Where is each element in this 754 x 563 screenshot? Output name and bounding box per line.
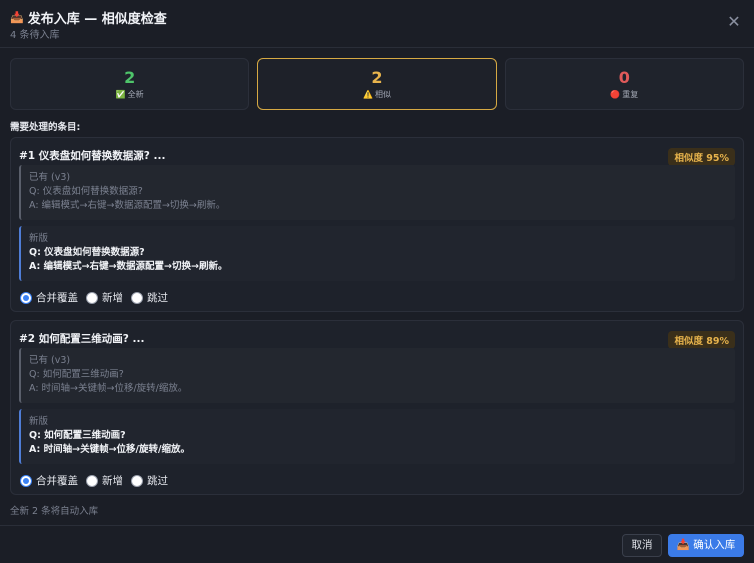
conflict-item: #2 如何配置三维动画? ... 相似度 89% 已有 (v3) Q: 如何配置…: [10, 320, 744, 495]
existing-answer: A: 时间轴→关键帧→位移/旋转/缩放。: [29, 383, 188, 394]
radio-selected-icon[interactable]: [20, 474, 32, 487]
existing-question: Q: 仪表盘如何替换数据源?: [29, 186, 143, 197]
new-version-tag: 新版: [29, 233, 49, 244]
stat-similar-count: 2: [371, 68, 383, 87]
similarity-badge: 相似度 89%: [668, 331, 735, 349]
dialog-header: 📥 发布入库 — 相似度检查 4 条待入库 ✕: [0, 0, 754, 48]
radio-icon[interactable]: [86, 474, 98, 487]
existing-version-block: 已有 (v3) Q: 仪表盘如何替换数据源? A: 编辑模式→右键→数据源配置→…: [19, 165, 735, 220]
dialog-title-text: 发布入库 — 相似度检查: [27, 12, 167, 27]
stat-similar[interactable]: 2 ⚠️ 相似: [257, 58, 497, 110]
option-add-new[interactable]: 新增: [86, 473, 123, 488]
section-label: 需要处理的条目:: [10, 122, 81, 133]
option-add-new[interactable]: 新增: [86, 290, 123, 305]
resolution-options: 合并覆盖 新增 跳过: [20, 473, 172, 488]
stat-duplicate-label: 重复: [622, 90, 639, 99]
item-heading: #1 仪表盘如何替换数据源? ...: [19, 150, 166, 162]
stat-new[interactable]: 2 ✅ 全新: [10, 58, 250, 110]
stat-new-label: 全新: [127, 90, 144, 99]
option-label: 合并覆盖: [36, 475, 78, 487]
stat-similar-label: 相似: [374, 90, 391, 99]
warning-icon: ⚠️: [363, 90, 373, 99]
new-version-tag: 新版: [29, 416, 49, 427]
existing-version-block: 已有 (v3) Q: 如何配置三维动画? A: 时间轴→关键帧→位移/旋转/缩放…: [19, 348, 735, 403]
option-label: 新增: [102, 475, 123, 487]
option-skip[interactable]: 跳过: [131, 473, 168, 488]
existing-version-tag: 已有 (v3): [29, 355, 71, 366]
new-answer: A: 编辑模式→右键→数据源配置→切换→刷新。: [29, 261, 228, 272]
inbox-tray-icon: 📥: [676, 539, 690, 551]
radio-selected-icon[interactable]: [20, 291, 32, 304]
new-answer: A: 时间轴→关键帧→位移/旋转/缩放。: [29, 444, 190, 455]
option-merge-overwrite[interactable]: 合并覆盖: [20, 473, 78, 488]
auto-import-note: 全新 2 条将自动入库: [10, 506, 99, 517]
resolution-options: 合并覆盖 新增 跳过: [20, 290, 172, 305]
new-version-block: 新版 Q: 仪表盘如何替换数据源? A: 编辑模式→右键→数据源配置→切换→刷新…: [19, 226, 735, 281]
existing-question: Q: 如何配置三维动画?: [29, 369, 124, 380]
item-heading: #2 如何配置三维动画? ...: [19, 333, 145, 345]
option-merge-overwrite[interactable]: 合并覆盖: [20, 290, 78, 305]
publish-dialog: 📥 发布入库 — 相似度检查 4 条待入库 ✕ 2 ✅ 全新 2 ⚠️ 相似 0…: [0, 0, 754, 563]
confirm-import-button[interactable]: 📥 确认入库: [668, 534, 744, 557]
stat-new-count: 2: [124, 68, 136, 87]
existing-version-tag: 已有 (v3): [29, 172, 71, 183]
new-version-block: 新版 Q: 如何配置三维动画? A: 时间轴→关键帧→位移/旋转/缩放。: [19, 409, 735, 464]
dialog-title: 📥 发布入库 — 相似度检查: [10, 8, 167, 27]
option-label: 跳过: [147, 475, 168, 487]
option-label: 跳过: [147, 292, 168, 304]
dialog-footer: 取消 📥 确认入库: [0, 525, 754, 563]
existing-answer: A: 编辑模式→右键→数据源配置→切换→刷新。: [29, 200, 226, 211]
radio-icon[interactable]: [86, 291, 98, 304]
cancel-button[interactable]: 取消: [622, 534, 662, 557]
radio-icon[interactable]: [131, 291, 143, 304]
similarity-badge: 相似度 95%: [668, 148, 735, 166]
inbox-tray-icon: 📥: [10, 11, 24, 24]
confirm-import-label: 确认入库: [693, 539, 736, 551]
close-icon[interactable]: ✕: [726, 14, 742, 30]
stat-duplicate-count: 0: [618, 68, 630, 87]
new-question: Q: 仪表盘如何替换数据源?: [29, 247, 145, 258]
option-label: 新增: [102, 292, 123, 304]
stat-duplicate[interactable]: 0 🔴 重复: [504, 58, 744, 110]
radio-icon[interactable]: [131, 474, 143, 487]
option-skip[interactable]: 跳过: [131, 290, 168, 305]
red-circle-icon: 🔴: [610, 90, 621, 99]
conflict-item: #1 仪表盘如何替换数据源? ... 相似度 95% 已有 (v3) Q: 仪表…: [10, 137, 744, 312]
dialog-subtitle: 4 条待入库: [10, 30, 60, 41]
option-label: 合并覆盖: [36, 292, 78, 304]
new-question: Q: 如何配置三维动画?: [29, 430, 126, 441]
check-mark-icon: ✅: [115, 90, 126, 99]
stats-row: 2 ✅ 全新 2 ⚠️ 相似 0 🔴 重复: [10, 58, 744, 110]
